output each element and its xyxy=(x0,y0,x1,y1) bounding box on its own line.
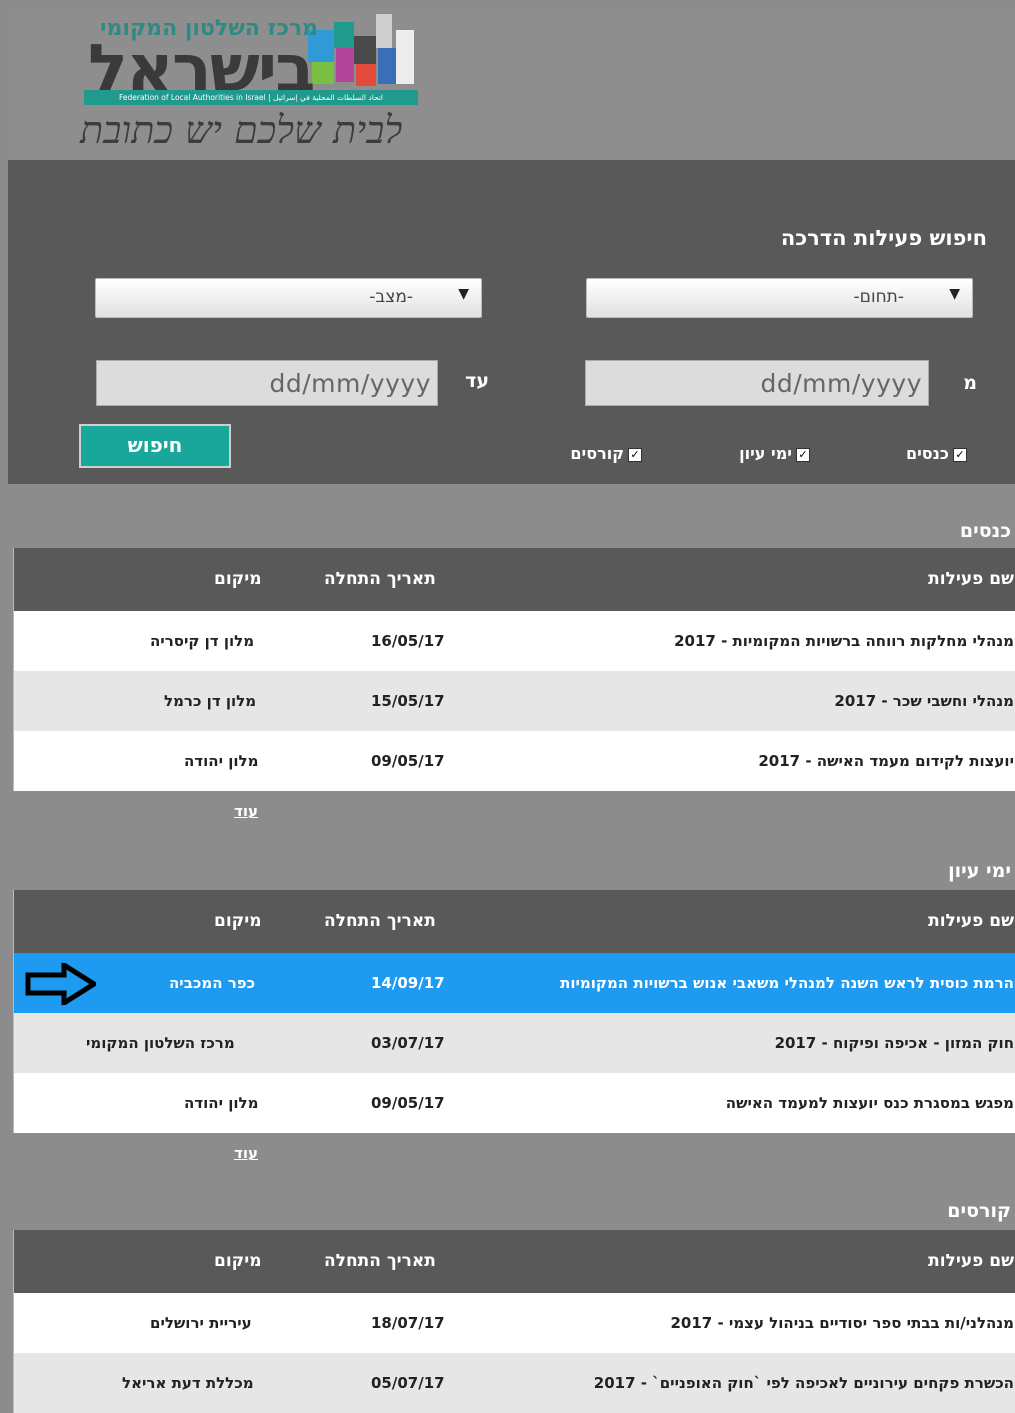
checkbox-checked-icon[interactable]: ✓ xyxy=(628,447,642,462)
activity-location: מלון יהודה xyxy=(184,1094,259,1112)
activity-date: 18/07/17 xyxy=(371,1314,445,1332)
column-header-name: שם פעילות xyxy=(928,1251,1014,1271)
table-header: שם פעילות תאריך התחלה מיקום xyxy=(14,1230,1015,1293)
activity-date: 15/05/17 xyxy=(371,692,445,710)
activity-name[interactable]: מנהלני/ות בבתי ספר יסודיים בניהול עצמי -… xyxy=(670,1293,1014,1353)
status-select-value: -מצב- xyxy=(369,287,413,307)
checkbox-checked-icon[interactable]: ✓ xyxy=(796,447,810,462)
activity-name[interactable]: הכשרת פקחים עירוניים לאכיפה לפי `חוק האו… xyxy=(594,1353,1014,1413)
chevron-down-icon: ▼ xyxy=(458,286,469,302)
more-link-conferences[interactable]: עוד xyxy=(234,802,258,820)
activity-name[interactable]: יועצות לקידום מעמד האישה - 2017 xyxy=(758,731,1014,791)
activity-location: מלון דן קיסריה xyxy=(150,632,255,650)
search-button[interactable]: חיפוש xyxy=(79,424,231,468)
activity-location: מלון דן כרמל xyxy=(164,692,257,710)
section-title-seminars: ימי עיון xyxy=(948,860,1011,882)
to-date-field[interactable]: dd/mm/yyyy xyxy=(96,360,438,406)
table-row[interactable]: יועצות לקידום מעמד האישה - 2017 09/05/17… xyxy=(14,731,1015,791)
table-header: שם פעילות תאריך התחלה מיקום xyxy=(14,548,1015,611)
table-row[interactable]: מנהלי וחשבי שכר - 2017 15/05/17 מלון דן … xyxy=(14,671,1015,731)
site-logo[interactable]: מרכז השלטון המקומי בישראל Federation of … xyxy=(80,12,430,158)
section-title-courses: קורסים xyxy=(947,1200,1011,1222)
activity-date: 14/09/17 xyxy=(371,974,445,992)
logo-slogan: לבית שלכם יש כתובת xyxy=(80,108,403,152)
checkbox-seminars[interactable]: ✓ ימי עיון xyxy=(739,444,810,463)
activity-location: עיריית ירושלים xyxy=(150,1314,252,1332)
checkbox-checked-icon[interactable]: ✓ xyxy=(953,447,967,462)
domain-select[interactable]: ▼ -תחום- xyxy=(586,278,973,318)
checkbox-courses-label: קורסים xyxy=(570,444,624,463)
activity-date: 03/07/17 xyxy=(371,1034,445,1052)
checkbox-seminars-label: ימי עיון xyxy=(739,444,792,463)
table-row[interactable]: הכשרת פקחים עירוניים לאכיפה לפי `חוק האו… xyxy=(14,1353,1015,1413)
table-row[interactable]: מנהלי מחלקות רווחה ברשויות המקומיות - 20… xyxy=(14,611,1015,671)
search-panel: חיפוש פעילות הדרכה ▼ -תחום- ▼ -מצב- מ dd… xyxy=(8,160,1015,484)
chevron-down-icon: ▼ xyxy=(949,286,960,302)
courses-table: שם פעילות תאריך התחלה מיקום מנהלני/ות בב… xyxy=(13,1230,1015,1413)
table-row[interactable]: מפגש במסגרת כנס יועצות למעמד האישה 09/05… xyxy=(14,1073,1015,1133)
checkbox-conferences-label: כנסים xyxy=(905,444,949,463)
activity-location: מכללת דעת אריאל xyxy=(122,1374,254,1392)
checkbox-courses[interactable]: ✓ קורסים xyxy=(570,444,642,463)
checkbox-conferences[interactable]: ✓ כנסים xyxy=(906,444,967,463)
from-date-placeholder: dd/mm/yyyy xyxy=(760,369,922,398)
arrow-right-icon xyxy=(25,963,96,1005)
to-label: עד xyxy=(465,370,489,392)
activity-name[interactable]: חוק המזון - אכיפה ופיקוח - 2017 xyxy=(775,1013,1014,1073)
activity-date: 16/05/17 xyxy=(371,632,445,650)
page: מרכז השלטון המקומי בישראל Federation of … xyxy=(8,8,1015,1413)
status-select[interactable]: ▼ -מצב- xyxy=(95,278,482,318)
column-header-location: מיקום xyxy=(214,1251,262,1271)
more-link-seminars[interactable]: עוד xyxy=(234,1144,258,1162)
from-label: מ xyxy=(963,372,977,394)
search-title: חיפוש פעילות הדרכה xyxy=(780,226,987,250)
conferences-table: שם פעילות תאריך התחלה מיקום מנהלי מחלקות… xyxy=(13,548,1015,791)
activity-location: כפר המכביה xyxy=(169,974,256,992)
table-row[interactable]: חוק המזון - אכיפה ופיקוח - 2017 03/07/17… xyxy=(14,1013,1015,1073)
from-date-field[interactable]: dd/mm/yyyy xyxy=(585,360,929,406)
column-header-name: שם פעילות xyxy=(928,569,1014,589)
column-header-date: תאריך התחלה xyxy=(324,1251,436,1271)
activity-date: 05/07/17 xyxy=(371,1374,445,1392)
site-header: מרכז השלטון המקומי בישראל Federation of … xyxy=(8,8,1015,160)
table-header: שם פעילות תאריך התחלה מיקום xyxy=(14,890,1015,953)
activity-date: 09/05/17 xyxy=(371,1094,445,1112)
activity-name[interactable]: הרמת כוסית לראש השנה למנהלי משאבי אנוש ב… xyxy=(560,953,1014,1013)
column-header-location: מיקום xyxy=(214,569,262,589)
column-header-date: תאריך התחלה xyxy=(324,911,436,931)
table-row-highlighted[interactable]: הרמת כוסית לראש השנה למנהלי משאבי אנוש ב… xyxy=(14,953,1015,1013)
domain-select-value: -תחום- xyxy=(853,287,904,307)
column-header-name: שם פעילות xyxy=(928,911,1014,931)
table-row[interactable]: מנהלני/ות בבתי ספר יסודיים בניהול עצמי -… xyxy=(14,1293,1015,1353)
activity-location: מלון יהודה xyxy=(184,752,259,770)
section-title-conferences: כנסים xyxy=(959,520,1011,542)
logo-blocks-graphic xyxy=(308,12,416,92)
activity-name[interactable]: מנהלי וחשבי שכר - 2017 xyxy=(834,671,1014,731)
column-header-location: מיקום xyxy=(214,911,262,931)
logo-strip-text: Federation of Local Authorities in Israe… xyxy=(84,90,418,105)
seminars-table: שם פעילות תאריך התחלה מיקום הרמת כוסית ל… xyxy=(13,890,1015,1133)
to-date-placeholder: dd/mm/yyyy xyxy=(269,369,431,398)
activity-name[interactable]: מפגש במסגרת כנס יועצות למעמד האישה xyxy=(726,1073,1014,1133)
activity-location: מרכז השלטון המקומי xyxy=(86,1034,235,1052)
column-header-date: תאריך התחלה xyxy=(324,569,436,589)
activity-date: 09/05/17 xyxy=(371,752,445,770)
activity-name[interactable]: מנהלי מחלקות רווחה ברשויות המקומיות - 20… xyxy=(674,611,1014,671)
